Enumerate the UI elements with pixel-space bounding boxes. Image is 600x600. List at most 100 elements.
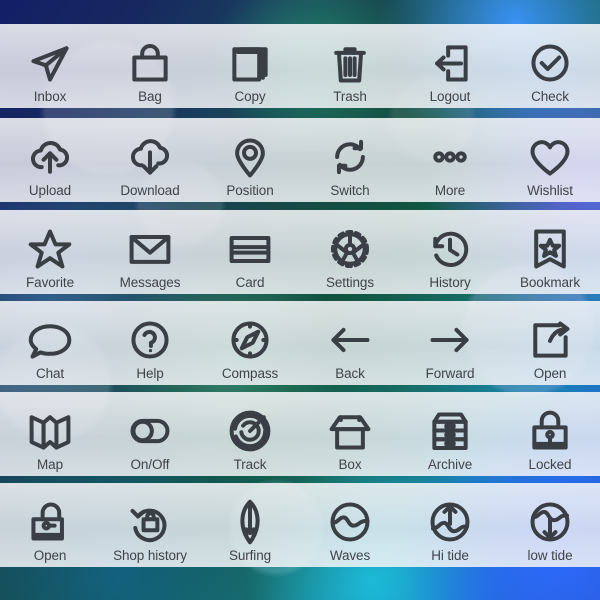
icon-cell-surfing[interactable]: Surfing: [200, 483, 300, 567]
surfboard-icon: [227, 499, 273, 545]
heart-icon: [527, 134, 573, 180]
icon-label: Hi tide: [431, 547, 469, 563]
map-pin-icon: [227, 134, 273, 180]
icon-label: Messages: [119, 274, 181, 290]
icon-label: Switch: [330, 182, 370, 198]
archive-drawers-icon: [427, 408, 473, 454]
icon-label: low tide: [527, 547, 573, 563]
icon-label: More: [434, 182, 466, 198]
icon-cell-history[interactable]: History: [400, 210, 500, 294]
waves-circle-icon: [327, 499, 373, 545]
icon-label: Upload: [28, 182, 72, 198]
compass-icon: [227, 317, 273, 363]
arrow-right-icon: [427, 317, 473, 363]
icon-label: Chat: [35, 365, 65, 381]
icon-cell-messages[interactable]: Messages: [100, 210, 200, 294]
toggle-switch-icon: [127, 408, 173, 454]
icon-cell-trash[interactable]: Trash: [300, 24, 400, 108]
icon-label: Archive: [427, 456, 473, 472]
envelope-icon: [127, 226, 173, 272]
icon-cell-map[interactable]: Map: [0, 392, 100, 476]
icon-label: Box: [338, 456, 362, 472]
cloud-download-icon: [127, 134, 173, 180]
padlock-open-icon: [27, 499, 73, 545]
icon-cell-favorite[interactable]: Favorite: [0, 210, 100, 294]
icon-cell-locked[interactable]: Locked: [500, 392, 600, 476]
icon-label: Back: [335, 365, 365, 381]
icon-cell-chat[interactable]: Chat: [0, 301, 100, 385]
arrow-left-icon: [327, 317, 373, 363]
icon-cell-inbox[interactable]: Inbox: [0, 24, 100, 108]
folded-map-icon: [27, 408, 73, 454]
icon-label: Favorite: [26, 274, 74, 290]
icon-cell-check[interactable]: Check: [500, 24, 600, 108]
icon-cell-shop-history[interactable]: Shop history: [100, 483, 200, 567]
send-paper-plane-icon: [27, 40, 73, 86]
icon-cell-hi-tide[interactable]: Hi tide: [400, 483, 500, 567]
icon-cell-onoff[interactable]: On/Off: [100, 392, 200, 476]
icon-cell-archive[interactable]: Archive: [400, 392, 500, 476]
icon-cell-position[interactable]: Position: [200, 118, 300, 202]
icon-label: Forward: [425, 365, 475, 381]
icon-label: Help: [136, 365, 164, 381]
icon-label: Logout: [429, 88, 471, 104]
icon-row-5: Map On/Off Track Box Archive Locked: [0, 392, 600, 476]
question-circle-icon: [127, 317, 173, 363]
radar-track-icon: [227, 408, 273, 454]
icon-cell-open-lock[interactable]: Open: [0, 483, 100, 567]
icon-cell-track[interactable]: Track: [200, 392, 300, 476]
icon-label: Settings: [326, 274, 374, 290]
icon-label: Card: [235, 274, 265, 290]
icon-cell-box[interactable]: Box: [300, 392, 400, 476]
icon-cell-card[interactable]: Card: [200, 210, 300, 294]
icon-cell-help[interactable]: Help: [100, 301, 200, 385]
icon-label: Copy: [234, 88, 266, 104]
icon-cell-download[interactable]: Download: [100, 118, 200, 202]
star-icon: [27, 226, 73, 272]
shop-history-icon: [127, 499, 173, 545]
icon-cell-compass[interactable]: Compass: [200, 301, 300, 385]
low-tide-icon: [527, 499, 573, 545]
icon-row-3: Favorite Messages Card Settings History …: [0, 210, 600, 294]
icon-row-4: Chat Help Compass Back Forward Open: [0, 301, 600, 385]
icon-cell-settings[interactable]: Settings: [300, 210, 400, 294]
icon-row-6: Open Shop history Surfing Waves Hi tide: [0, 483, 600, 567]
icon-cell-upload[interactable]: Upload: [0, 118, 100, 202]
icon-cell-wishlist[interactable]: Wishlist: [500, 118, 600, 202]
icon-cell-back[interactable]: Back: [300, 301, 400, 385]
icon-cell-low-tide[interactable]: low tide: [500, 483, 600, 567]
chat-bubble-icon: [27, 317, 73, 363]
icon-cell-switch[interactable]: Switch: [300, 118, 400, 202]
icon-label: Trash: [333, 88, 367, 104]
open-box-icon: [327, 408, 373, 454]
icon-label: Open: [33, 547, 67, 563]
icon-cell-forward[interactable]: Forward: [400, 301, 500, 385]
trash-can-icon: [327, 40, 373, 86]
icon-cell-copy[interactable]: Copy: [200, 24, 300, 108]
icon-label: History: [429, 274, 471, 290]
icon-label: Inbox: [33, 88, 67, 104]
history-clock-icon: [427, 226, 473, 272]
icon-cell-logout[interactable]: Logout: [400, 24, 500, 108]
icon-row-1: Inbox Bag Copy Trash Logout Check: [0, 24, 600, 108]
icon-label: Waves: [329, 547, 371, 563]
bookmark-star-icon: [527, 226, 573, 272]
icon-label: Shop history: [113, 547, 187, 563]
cloud-upload-icon: [27, 134, 73, 180]
icon-label: Position: [226, 182, 274, 198]
share-open-icon: [527, 317, 573, 363]
icon-label: Open: [533, 365, 567, 381]
icon-label: Bookmark: [520, 274, 580, 290]
icon-label: Download: [120, 182, 180, 198]
icon-cell-bag[interactable]: Bag: [100, 24, 200, 108]
icon-cell-bookmark[interactable]: Bookmark: [500, 210, 600, 294]
icon-cell-open-share[interactable]: Open: [500, 301, 600, 385]
icon-label: Map: [37, 456, 63, 472]
shopping-bag-icon: [127, 40, 173, 86]
icon-cell-waves[interactable]: Waves: [300, 483, 400, 567]
icon-cell-more[interactable]: More: [400, 118, 500, 202]
icon-label: Track: [233, 456, 267, 472]
gear-icon: [327, 226, 373, 272]
credit-card-icon: [227, 226, 273, 272]
icon-label: Compass: [221, 365, 279, 381]
